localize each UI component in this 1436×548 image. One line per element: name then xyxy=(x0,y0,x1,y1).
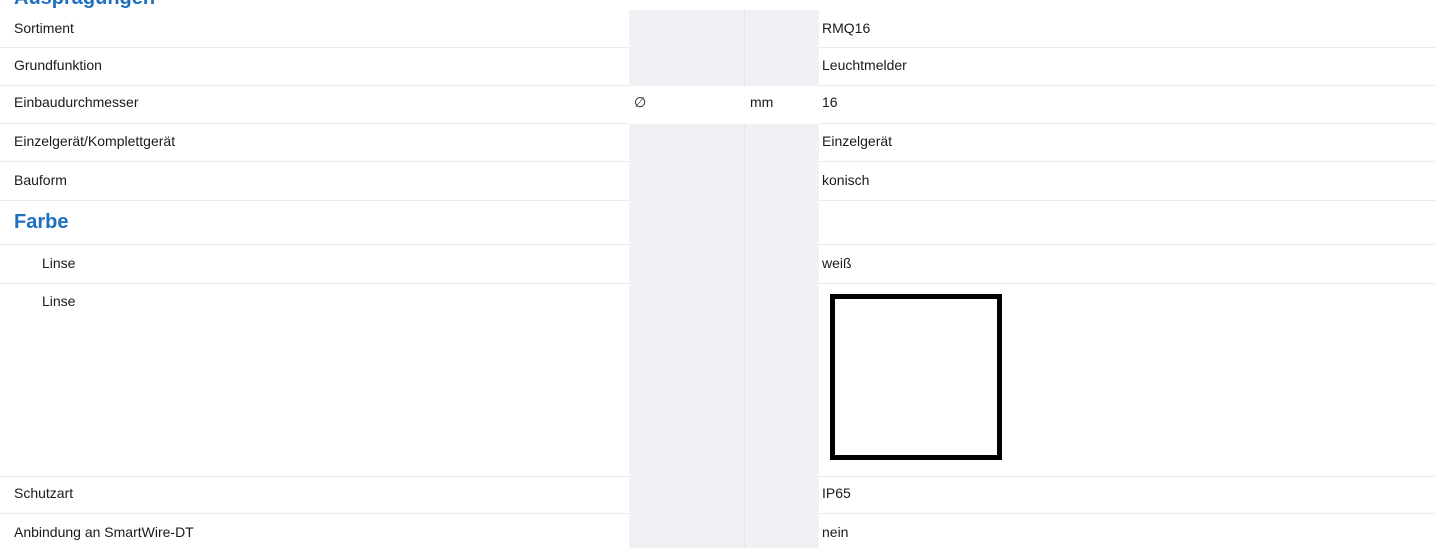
unit-column-cell xyxy=(629,245,819,284)
unit-column-cell xyxy=(629,514,819,548)
spec-row-smartwire: Anbindung an SmartWire-DT nein xyxy=(0,514,1436,548)
spec-row-bauform: Bauform konisch xyxy=(0,162,1436,201)
unit-column-divider xyxy=(744,245,745,284)
spec-label: Sortiment xyxy=(14,20,74,36)
unit-column-cell xyxy=(629,162,819,201)
unit-column-cell xyxy=(629,48,819,86)
unit-column-cell xyxy=(629,124,819,162)
spec-row-sortiment: Sortiment RMQ16 xyxy=(0,10,1436,48)
unit-column-cell xyxy=(629,10,819,48)
spec-label: Anbindung an SmartWire-DT xyxy=(14,524,194,540)
unit-column-divider xyxy=(744,284,745,477)
unit-column-divider xyxy=(744,124,745,162)
unit-column-cell xyxy=(629,477,819,514)
unit-column-cell xyxy=(629,201,819,245)
diameter-symbol: ∅ xyxy=(634,94,647,110)
spec-label: Linse xyxy=(42,255,76,271)
spec-value: weiß xyxy=(822,255,852,271)
spec-value: Einzelgerät xyxy=(822,133,893,149)
unit-column-divider xyxy=(744,201,745,245)
spec-row-schutzart: Schutzart IP65 xyxy=(0,477,1436,514)
unit-column-divider xyxy=(744,10,745,48)
spec-label: Grundfunktion xyxy=(14,57,102,73)
spec-label: Bauform xyxy=(14,172,67,188)
section-row-farbe: Farbe xyxy=(0,201,1436,245)
spec-value: RMQ16 xyxy=(822,20,871,36)
unit-label: mm xyxy=(750,94,774,110)
unit-column-cell xyxy=(629,284,819,477)
color-swatch xyxy=(830,294,1002,460)
unit-column-cell xyxy=(629,86,819,124)
spec-value: konisch xyxy=(822,172,870,188)
unit-column-divider xyxy=(744,48,745,86)
spec-label: Einbaudurchmesser xyxy=(14,94,139,110)
spec-row-grundfunktion: Grundfunktion Leuchtmelder xyxy=(0,48,1436,86)
spec-value: Leuchtmelder xyxy=(822,57,907,73)
unit-column-divider xyxy=(744,162,745,201)
spec-value: 16 xyxy=(822,94,838,110)
spec-value: IP65 xyxy=(822,485,851,501)
spec-row-linse-value: Linse weiß xyxy=(0,245,1436,284)
spec-label: Einzelgerät/Komplettgerät xyxy=(14,133,176,149)
unit-column-divider xyxy=(744,514,745,548)
unit-column-divider xyxy=(744,477,745,514)
spec-label: Schutzart xyxy=(14,485,74,501)
spec-row-einzelgeraet: Einzelgerät/Komplettgerät Einzelgerät xyxy=(0,124,1436,162)
spec-label: Linse xyxy=(42,293,76,309)
section-title-farbe: Farbe xyxy=(14,211,69,233)
spec-value: nein xyxy=(822,524,849,540)
section-heading-partial: Ausprägungen xyxy=(14,0,155,10)
spec-row-einbaudurchmesser: Einbaudurchmesser ∅ mm 16 xyxy=(0,86,1436,124)
spec-table: Ausprägungen Sortiment RMQ16 Grundfunkti… xyxy=(0,0,1436,548)
spec-row-linse-swatch: Linse xyxy=(0,284,1436,477)
